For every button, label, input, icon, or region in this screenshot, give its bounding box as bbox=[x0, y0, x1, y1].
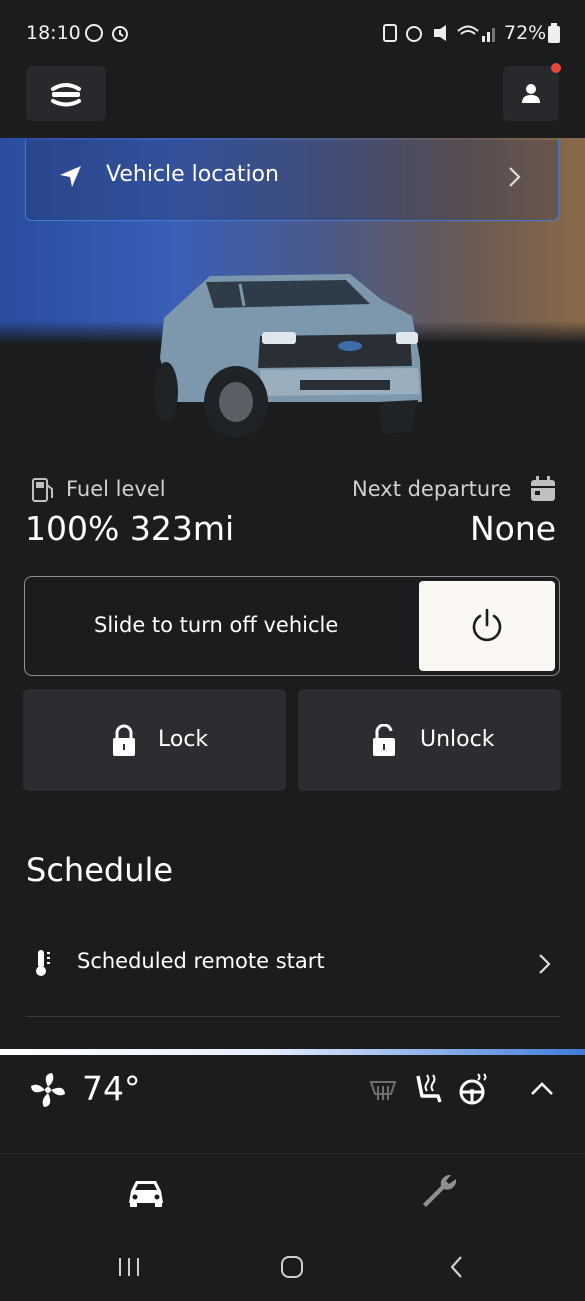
navigation-arrow-icon bbox=[60, 166, 81, 187]
chevron-right-icon bbox=[539, 954, 551, 974]
climate-temperature: 74° bbox=[82, 1069, 141, 1108]
calendar-icon bbox=[531, 476, 555, 501]
slider-label: Slide to turn off vehicle bbox=[94, 613, 339, 637]
heated-seat-icon[interactable] bbox=[414, 1072, 444, 1106]
car-icon[interactable] bbox=[127, 1177, 165, 1209]
unlock-icon bbox=[373, 724, 395, 756]
scheduled-remote-start-label: Scheduled remote start bbox=[77, 949, 325, 973]
menu-vehicle-icon bbox=[51, 83, 81, 107]
chevron-up-icon[interactable] bbox=[529, 1080, 555, 1098]
notification-dot bbox=[551, 63, 561, 73]
battery-icon bbox=[548, 23, 560, 43]
lock-button[interactable]: Lock bbox=[23, 689, 286, 791]
profile-icon bbox=[522, 84, 540, 103]
recent-apps-button[interactable] bbox=[117, 1256, 141, 1278]
lock-icon bbox=[113, 724, 135, 756]
unlock-label: Unlock bbox=[420, 727, 495, 752]
fuel-pump-icon bbox=[32, 478, 53, 502]
next-departure-label: Next departure bbox=[352, 477, 512, 501]
lock-label: Lock bbox=[158, 727, 209, 752]
schedule-heading: Schedule bbox=[26, 851, 174, 889]
vehicle-image bbox=[154, 274, 422, 438]
rear-defrost-icon[interactable] bbox=[368, 1076, 398, 1102]
vehicle-menu-button[interactable] bbox=[26, 66, 106, 121]
thermometer-icon bbox=[36, 950, 50, 976]
slider-handle[interactable] bbox=[419, 581, 555, 671]
power-icon bbox=[472, 608, 502, 642]
wrench-icon[interactable] bbox=[420, 1173, 460, 1213]
battery-percent: 72% bbox=[504, 22, 547, 44]
status-system-icons bbox=[383, 24, 495, 42]
status-time: 18:10 bbox=[26, 22, 81, 44]
home-button[interactable] bbox=[280, 1255, 304, 1279]
next-departure-value: None bbox=[470, 509, 557, 548]
profile-button[interactable] bbox=[503, 63, 561, 121]
heated-steering-wheel-icon[interactable] bbox=[458, 1072, 490, 1106]
status-notification-icons bbox=[85, 24, 128, 42]
fuel-level-label: Fuel level bbox=[66, 477, 166, 501]
vehicle-location-label: Vehicle location bbox=[106, 162, 279, 187]
fuel-level-value: 100% 323mi bbox=[25, 509, 235, 548]
back-button[interactable] bbox=[449, 1255, 465, 1279]
unlock-button[interactable]: Unlock bbox=[298, 689, 561, 791]
fan-icon bbox=[31, 1073, 65, 1107]
chevron-right-icon bbox=[509, 167, 521, 187]
divider bbox=[26, 1016, 560, 1017]
status-bar: 18:10 72% bbox=[0, 0, 585, 62]
app-header bbox=[0, 62, 585, 140]
